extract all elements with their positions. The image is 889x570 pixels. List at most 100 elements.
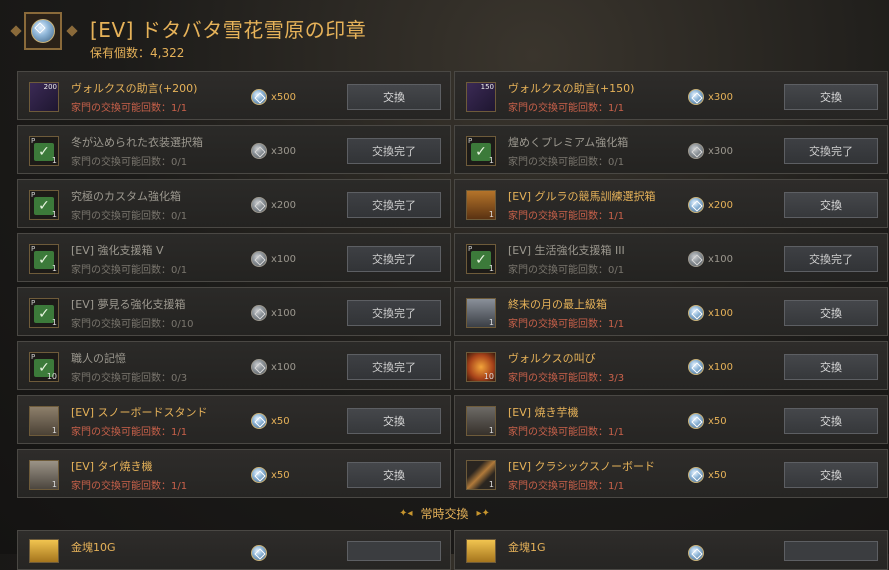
exchange-item-card: 金塊1G (454, 530, 888, 570)
exchange-button[interactable]: 交換 (347, 84, 441, 110)
exchange-item-card: 1 [EV] クラシックスノーボード 家門の交換可能回数：1/1 x50 交換 (454, 449, 888, 498)
seal-coin-icon (688, 197, 704, 213)
snowflake-seal-icon (31, 19, 55, 43)
exchange-complete-button[interactable]: 交換完了 (347, 300, 441, 326)
ornament-right-icon (66, 25, 78, 37)
item-icon: P ✓ 1 (466, 244, 496, 274)
cost-amount: x500 (271, 91, 297, 103)
exchange-complete-button[interactable]: 交換完了 (347, 138, 441, 164)
item-stack-count: 1 (51, 318, 57, 327)
item-stack-count: 200 (43, 83, 57, 91)
scroll-icon: 150 (466, 82, 496, 112)
cost-amount: x50 (271, 469, 290, 481)
item-cost: x200 (688, 196, 733, 214)
exchange-item-card: 200 ヴォルクスの助言(+200) 家門の交換可能回数：1/1 x500 交換 (17, 71, 451, 120)
item-name: 究極のカスタム強化箱 (71, 190, 181, 203)
exchange-item-card: 金塊10G (17, 530, 451, 570)
seal-coin-icon (251, 251, 267, 267)
item-name: 金塊1G (508, 541, 546, 554)
exchange-limit: 家門の交換可能回数：0/1 (508, 265, 625, 276)
exchange-complete-button[interactable]: 交換完了 (347, 354, 441, 380)
divider-left-icon: ✦◂ (399, 507, 413, 519)
seal-coin-icon (251, 143, 267, 159)
exchange-button[interactable] (784, 541, 878, 561)
item-stack-count: 150 (480, 83, 494, 91)
exchange-button[interactable]: 交換 (784, 462, 878, 488)
owned-count-label: 保有個数： (90, 46, 151, 60)
item-name: ヴォルクスの叫び (508, 352, 596, 365)
item-cost: x50 (251, 412, 290, 430)
gold-bar-icon (29, 539, 59, 563)
owned-count-value: 4,322 (150, 46, 185, 60)
item-icon: P ✓ 10 (29, 352, 59, 382)
page-title: [EV] ドタバタ雪花雪原の印章 (90, 18, 367, 42)
exchange-complete-button[interactable]: 交換完了 (784, 138, 878, 164)
exchange-button[interactable]: 交換 (347, 462, 441, 488)
item-name: 煌めくプレミアム強化箱 (508, 136, 629, 149)
item-cost: x300 (688, 142, 733, 160)
exchange-limit: 家門の交換可能回数：1/1 (508, 481, 625, 492)
seal-coin-icon (688, 545, 704, 561)
cost-amount: x300 (271, 145, 297, 157)
cost-amount: x300 (708, 91, 734, 103)
exchange-item-card: P ✓ 1 [EV] 夢見る強化支援箱 家門の交換可能回数：0/10 x100 交換完了 (17, 287, 451, 336)
seal-coin-icon (251, 305, 267, 321)
ornament-left-icon (10, 25, 22, 37)
exchange-complete-button[interactable]: 交換完了 (347, 246, 441, 272)
item-cost: x50 (688, 466, 727, 484)
divider-right-icon: ▸✦ (476, 507, 490, 519)
exchange-item-card: P ✓ 1 [EV] 強化支援箱 V 家門の交換可能回数：0/1 x100 交換完了 (17, 233, 451, 282)
item-stack-count: 10 (46, 372, 57, 381)
exchange-complete-button[interactable]: 交換完了 (784, 246, 878, 272)
item-cost: x50 (251, 466, 290, 484)
cost-amount: x100 (271, 253, 297, 265)
item-name: ヴォルクスの助言(+200) (71, 82, 198, 95)
exchange-button[interactable]: 交換 (784, 84, 878, 110)
seal-icon-frame (24, 12, 62, 50)
exchange-limit: 家門の交換可能回数：0/1 (71, 211, 188, 222)
cost-amount: x200 (271, 199, 297, 211)
exchange-limit: 家門の交換可能回数：0/3 (71, 373, 188, 384)
item-icon: P ✓ 1 (466, 136, 496, 166)
item-cost: x100 (251, 250, 296, 268)
exchange-button[interactable] (347, 541, 441, 561)
scroll-icon: 200 (29, 82, 59, 112)
metal-box-icon: 1 (466, 298, 496, 328)
item-cost: x100 (688, 358, 733, 376)
exchange-button[interactable]: 交換 (784, 408, 878, 434)
seal-coin-icon (688, 251, 704, 267)
exchange-limit: 家門の交換可能回数：1/1 (508, 103, 625, 114)
item-stack-count: 1 (51, 480, 57, 489)
item-stack-count: 1 (488, 318, 494, 327)
seal-coin-icon (688, 413, 704, 429)
cost-amount: x300 (708, 145, 734, 157)
item-stack-count: 1 (51, 264, 57, 273)
exchange-button[interactable]: 交換 (784, 354, 878, 380)
exchange-button[interactable]: 交換 (347, 408, 441, 434)
exchange-item-card: 10 ヴォルクスの叫び 家門の交換可能回数：3/3 x100 交換 (454, 341, 888, 390)
exchange-button[interactable]: 交換 (784, 300, 878, 326)
exchange-item-card: P ✓ 1 煌めくプレミアム強化箱 家門の交換可能回数：0/1 x300 交換完了 (454, 125, 888, 174)
exchange-complete-button[interactable]: 交換完了 (347, 192, 441, 218)
item-cost: x100 (688, 304, 733, 322)
seal-coin-icon (688, 143, 704, 159)
seal-coin-icon (688, 305, 704, 321)
item-cost: x500 (251, 88, 296, 106)
item-name: [EV] 生活強化支援箱 III (508, 244, 625, 257)
item-name: [EV] 夢見る強化支援箱 (71, 298, 186, 311)
snowboard-icon: 1 (466, 460, 496, 490)
cost-amount: x100 (708, 307, 734, 319)
seal-coin-icon (251, 545, 267, 561)
section-divider-label: 常時交換 (420, 506, 469, 521)
item-icon: P ✓ 1 (29, 190, 59, 220)
item-cost: x300 (688, 88, 733, 106)
item-cost: x200 (251, 196, 296, 214)
seal-coin-icon (251, 359, 267, 375)
exchange-button[interactable]: 交換 (784, 192, 878, 218)
item-name: [EV] クラシックスノーボード (508, 460, 656, 473)
exchange-limit: 家門の交換可能回数：0/1 (71, 265, 188, 276)
exchange-limit: 家門の交換可能回数：1/1 (508, 319, 625, 330)
exchange-item-card: 150 ヴォルクスの助言(+150) 家門の交換可能回数：1/1 x300 交換 (454, 71, 888, 120)
exchange-item-card: 1 [EV] タイ焼き機 家門の交換可能回数：1/1 x50 交換 (17, 449, 451, 498)
cost-amount: x50 (271, 415, 290, 427)
